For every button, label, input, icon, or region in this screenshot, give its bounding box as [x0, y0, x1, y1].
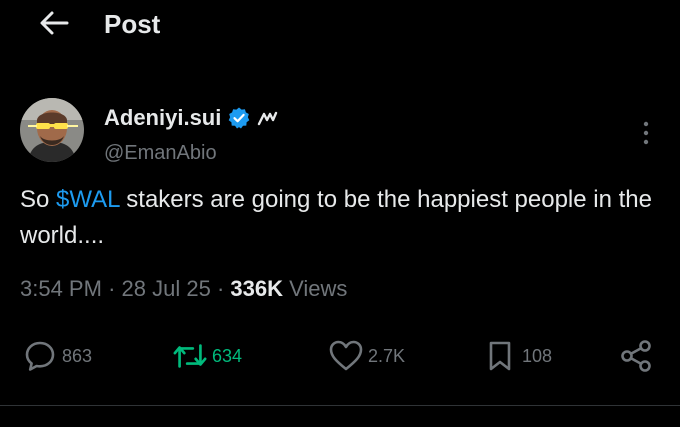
repost-icon: [172, 338, 208, 374]
back-button[interactable]: [36, 8, 72, 42]
post-text: So $WAL stakers are going to be the happ…: [20, 182, 660, 254]
post-metadata: 3:54 PM · 28 Jul 25 · 336K Views: [20, 273, 347, 305]
heart-icon: [328, 338, 364, 374]
bookmark-icon: [482, 338, 518, 374]
avatar[interactable]: [20, 98, 84, 162]
share-icon: [618, 338, 654, 374]
views-count: 336K: [230, 276, 283, 301]
meta-separator: ·: [216, 276, 225, 301]
meta-separator: ·: [108, 276, 116, 301]
cashtag-link[interactable]: $WAL: [56, 186, 120, 213]
author-display-name[interactable]: Adeniyi.sui: [104, 105, 221, 131]
post-header: Post: [0, 0, 680, 50]
arrow-left-icon: [39, 10, 69, 41]
reply-count: 863: [62, 345, 93, 366]
like-button[interactable]: 2.7K: [328, 338, 405, 374]
divider: [0, 405, 680, 406]
more-dots-icon: [643, 121, 649, 150]
more-options-button[interactable]: [632, 118, 660, 152]
bookmark-button[interactable]: 108: [482, 338, 552, 374]
author-handle[interactable]: @EmanAbio: [104, 140, 217, 166]
post-text-before: So: [20, 186, 57, 213]
post-time[interactable]: 3:54 PM: [20, 276, 102, 301]
repost-button[interactable]: 634: [172, 338, 242, 374]
views-label: Views: [289, 276, 348, 301]
reply-icon: [22, 338, 58, 374]
reply-button[interactable]: 863: [22, 338, 92, 374]
author-name-row: Adeniyi.sui: [104, 103, 279, 133]
bookmark-count: 108: [522, 345, 553, 366]
verified-badge-icon[interactable]: [227, 106, 251, 130]
mysten-affiliate-icon[interactable]: [257, 107, 279, 129]
post-date[interactable]: 28 Jul 25: [122, 276, 211, 301]
share-button[interactable]: [618, 338, 654, 374]
repost-count: 634: [212, 345, 243, 366]
like-count: 2.7K: [368, 345, 406, 366]
page-title: Post: [104, 9, 161, 39]
